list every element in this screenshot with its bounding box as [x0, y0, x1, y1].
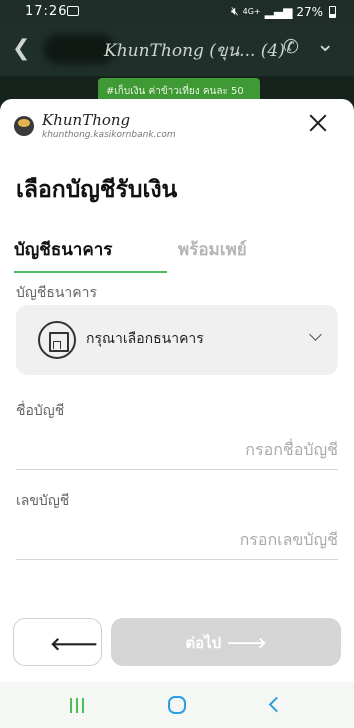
- back-icon[interactable]: [268, 696, 285, 713]
- bank-building-icon: [38, 321, 76, 359]
- bank-select-placeholder: กรุณาเลือกธนาคาร: [86, 331, 204, 347]
- mute-icon: 🔇︎: [231, 4, 239, 18]
- status-bar: 17:26 🔇︎ 4G+ ▂▄▆ 27%: [0, 0, 354, 24]
- tab-promptpay[interactable]: พร้อมเพย์: [178, 236, 247, 276]
- active-tab-indicator: [14, 271, 167, 273]
- account-number-label: เลขบัญชี: [16, 493, 70, 509]
- left-arrow-icon: 🡐: [50, 634, 99, 655]
- bank-select[interactable]: กรุณาเลือกธนาคาร: [16, 305, 338, 375]
- recent-apps-icon[interactable]: [70, 698, 84, 713]
- account-type-tabs: บัญชีธนาคาร พร้อมเพย์: [0, 236, 354, 276]
- signal-icon: ▂▄▆: [264, 4, 293, 19]
- khunthong-logo-icon: [14, 116, 34, 136]
- page-title: เลือกบัญชีรับเงิน: [16, 177, 178, 203]
- back-button[interactable]: 🡐: [13, 618, 102, 666]
- back-arrow-icon[interactable]: ❮: [12, 36, 30, 61]
- account-name-label: ชื่อบัญชี: [16, 403, 65, 419]
- account-name-input[interactable]: [16, 430, 338, 470]
- system-nav-bar: [0, 682, 354, 728]
- next-button[interactable]: ต่อไป 🡒: [111, 618, 341, 666]
- image-notification-icon: [67, 6, 79, 16]
- tab-promptpay-label: พร้อมเพย์: [178, 240, 247, 260]
- phone-icon[interactable]: ✆: [283, 36, 299, 58]
- receive-account-sheet: KhunThong khunthong.kasikornbank.com เลื…: [0, 99, 354, 682]
- brand-name: KhunThong: [42, 111, 131, 129]
- brand-url: khunthong.kasikornbank.com: [42, 130, 176, 140]
- chevron-down-icon[interactable]: ⌄: [316, 32, 334, 57]
- bank-label: บัญชีธนาคาร: [16, 285, 98, 301]
- next-button-label: ต่อไป 🡒: [185, 634, 267, 652]
- tab-bank-account-label: บัญชีธนาคาร: [14, 240, 113, 260]
- home-icon[interactable]: [168, 696, 186, 714]
- close-icon[interactable]: [308, 113, 328, 133]
- chat-header: ❮ KhunThong (ขุน... (4) ✆ ⌄: [0, 24, 354, 76]
- brand-header: KhunThong khunthong.kasikornbank.com: [14, 111, 176, 140]
- account-number-input[interactable]: [16, 520, 338, 560]
- network-type: 4G+: [242, 6, 261, 16]
- battery-percent: 27%: [296, 4, 323, 19]
- chat-title[interactable]: KhunThong (ขุน... (4): [104, 37, 285, 64]
- tab-bank-account[interactable]: บัญชีธนาคาร: [14, 236, 167, 276]
- status-indicators: 🔇︎ 4G+ ▂▄▆ 27%: [231, 4, 336, 19]
- battery-icon: [329, 5, 336, 18]
- status-time: 17:26: [25, 4, 68, 19]
- chevron-down-icon: [309, 328, 322, 341]
